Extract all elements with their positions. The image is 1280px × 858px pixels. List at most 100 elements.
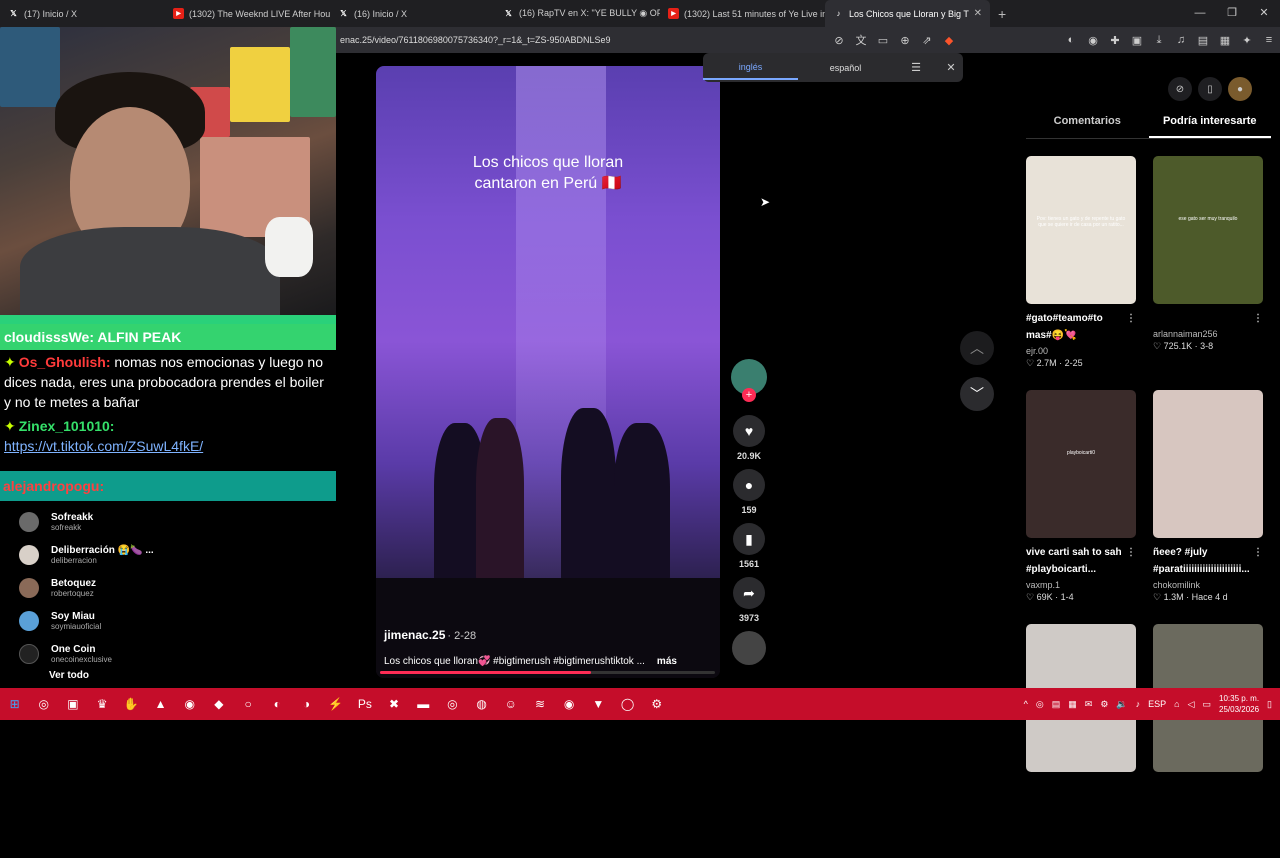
tab-3[interactable]: 𝕏(16) RapTV en X: "YE BULLY ◉ OFFIC (495, 0, 660, 27)
music-icon[interactable]: ♫ (1170, 34, 1192, 46)
app-icon[interactable]: ◑ (294, 692, 318, 716)
app-icon[interactable]: ♛ (90, 692, 114, 716)
phone-icon[interactable]: ▯ (1198, 77, 1222, 101)
card-author[interactable]: chokomilink (1153, 580, 1263, 590)
heart-icon[interactable]: ♥ (733, 415, 765, 447)
close-tab-icon[interactable]: ✕ (974, 8, 982, 19)
chevron-up-icon[interactable]: ^ (1024, 699, 1028, 709)
following-item[interactable]: Sofreakk sofreakk (0, 505, 336, 538)
more-options-icon[interactable]: ⋮ (1126, 544, 1136, 578)
url-field[interactable]: enac.25/video/7611806980075736340?_r=1&_… (336, 35, 828, 45)
tray-icon[interactable]: ◎ (1036, 699, 1044, 710)
app-icon[interactable]: ▲ (149, 692, 173, 716)
more-options-icon[interactable]: ⋮ (1126, 310, 1136, 344)
chat-link[interactable]: https://vt.tiktok.com/ZSuwL4fkE/ (4, 438, 203, 454)
video-thumbnail[interactable]: Pov: tienes un gato y de repente tu gato… (1026, 156, 1136, 304)
video-player[interactable]: Los chicos que lloran cantaron en Perú 🇵… (376, 66, 720, 678)
card-title[interactable]: ⋮ (1153, 310, 1263, 327)
following-item[interactable]: Soy Miau soymiauoficial (0, 604, 336, 637)
wallet-icon[interactable]: ◐ (1060, 34, 1082, 46)
steam-icon[interactable]: ⚙ (645, 692, 669, 716)
new-tab-button[interactable]: + (998, 6, 1006, 22)
network-icon[interactable]: ⌂ (1174, 699, 1179, 709)
brave-icon[interactable]: ▼ (586, 692, 610, 716)
obs-icon[interactable]: ◎ (440, 692, 464, 716)
chrome-icon[interactable]: ◉ (557, 692, 581, 716)
more-options-icon[interactable]: ⋮ (1253, 544, 1263, 578)
tab-1[interactable]: ▶ (1302) The Weeknd LIVE After Hours (165, 0, 330, 27)
battery-icon[interactable]: ▭ (1202, 699, 1211, 710)
compass-icon[interactable]: ⊘ (1168, 77, 1192, 101)
app-icon[interactable]: ⚡ (324, 692, 348, 716)
recommended-video-card[interactable] (1026, 624, 1136, 858)
tab-5-active[interactable]: ♪ Los Chicos que Lloran y Big T ✕ (825, 0, 990, 27)
xbox-icon[interactable]: ✖ (382, 692, 406, 716)
comment-icon[interactable]: ● (733, 469, 765, 501)
minimize-icon[interactable]: — (1184, 0, 1216, 27)
card-title[interactable]: #gato#teamo#to mas#😝💘 ⋮ (1026, 310, 1136, 344)
app-icon[interactable]: ◐ (265, 692, 289, 716)
clock[interactable]: 10:35 p. m. 25/03/2026 (1219, 693, 1259, 715)
tab-recommended[interactable]: Podría interesarte (1148, 115, 1271, 138)
recommended-video-card[interactable]: ese gato ser muy tranquilo ⋮ arlannaiman25… (1153, 156, 1263, 390)
cast-icon[interactable]: ▭ (872, 34, 894, 47)
more-button[interactable]: más (657, 656, 677, 667)
following-item[interactable]: Betoquez robertoquez (0, 571, 336, 604)
tab-4[interactable]: ▶ (1302) Last 51 minutes of Ye Live in M (660, 0, 825, 27)
bookmark-icon[interactable]: ▮ (733, 523, 765, 555)
steam-tray-icon[interactable]: ⚙ (1100, 699, 1108, 710)
wallet-icon-2[interactable]: ▦ (1214, 34, 1236, 47)
extension-icon-1[interactable]: ◉ (1082, 34, 1104, 47)
close-window-icon[interactable]: ✕ (1248, 0, 1280, 27)
discord-icon[interactable]: ☺ (499, 692, 523, 716)
card-title[interactable]: vive carti sah to sah #playboicarti... ⋮ (1026, 544, 1136, 578)
close-icon[interactable]: ✕ (939, 61, 963, 74)
restore-icon[interactable]: ❐ (1216, 0, 1248, 27)
chevron-up-icon[interactable]: ︿ (960, 331, 994, 365)
edge-icon[interactable]: ◉ (178, 692, 202, 716)
app-icon[interactable]: ◎ (32, 692, 56, 716)
tray-icon[interactable]: ▤ (1052, 699, 1061, 710)
share-icon[interactable]: ⇗ (916, 34, 938, 47)
video-thumbnail[interactable]: playboicarti0 (1026, 390, 1136, 538)
leo-icon[interactable]: ✦ (1236, 34, 1258, 47)
profile-avatar[interactable]: ● (1228, 77, 1252, 101)
extensions-icon[interactable]: ✚ (1104, 34, 1126, 47)
photoshop-icon[interactable]: Ps (353, 692, 377, 716)
tray-icon[interactable]: ▦ (1068, 699, 1077, 710)
share-arrow-icon[interactable]: ➦ (733, 577, 765, 609)
tab-0[interactable]: 𝕏 (17) Inicio / X (0, 0, 165, 27)
music-disc-icon[interactable] (732, 631, 766, 665)
menu-icon[interactable]: ≡ (1258, 34, 1280, 46)
app-icon[interactable]: ○ (236, 692, 260, 716)
tab-2[interactable]: 𝕏 (16) Inicio / X (330, 0, 495, 27)
app-icon[interactable]: ✋ (119, 692, 143, 716)
app-icon[interactable]: ◆ (207, 692, 231, 716)
reader-icon[interactable]: ⊘ (828, 34, 850, 47)
zoom-icon[interactable]: ⊕ (894, 34, 916, 47)
card-author[interactable]: arlannaiman256 (1153, 329, 1263, 339)
app-icon[interactable]: ▣ (61, 692, 85, 716)
see-all-link[interactable]: Ver todo (0, 670, 336, 681)
card-author[interactable]: ejr.00 (1026, 346, 1136, 356)
brave-shield-icon[interactable]: ◆ (938, 34, 960, 47)
card-title[interactable]: ñeee? #july #paratiiiiiiiiiiiiiiiiiiiii.… (1153, 544, 1263, 578)
folder-icon[interactable]: ▬ (411, 692, 435, 716)
following-item[interactable]: One Coin onecoinexclusive (0, 637, 336, 670)
following-item[interactable]: Deliberración 😭🍆 ... deliberracion (0, 538, 336, 571)
video-thumbnail[interactable]: ese gato ser muy tranquilo (1153, 156, 1263, 304)
language-indicator[interactable]: ESP (1148, 699, 1166, 709)
video-progress-bar[interactable] (380, 671, 715, 674)
tray-icon[interactable]: ✉ (1085, 699, 1093, 710)
recommended-video-card[interactable]: Pov: tienes un gato y de repente tu gato… (1026, 156, 1136, 390)
sidebar-toggle-icon[interactable]: ▣ (1126, 34, 1148, 47)
download-icon[interactable]: ⤓ (1148, 34, 1170, 47)
creator-avatar[interactable]: + (731, 359, 767, 402)
video-author[interactable]: jimenac.25 (384, 628, 445, 642)
tab-comments[interactable]: Comentarios (1026, 115, 1149, 138)
translate-icon[interactable]: 文 (850, 32, 872, 48)
tabs-icon[interactable]: ▤ (1192, 34, 1214, 47)
notification-icon[interactable]: ▯ (1267, 699, 1272, 710)
recommended-video-card[interactable]: ñeee? #july #paratiiiiiiiiiiiiiiiiiiiii.… (1153, 390, 1263, 624)
source-language-tab[interactable]: inglés (703, 56, 798, 80)
